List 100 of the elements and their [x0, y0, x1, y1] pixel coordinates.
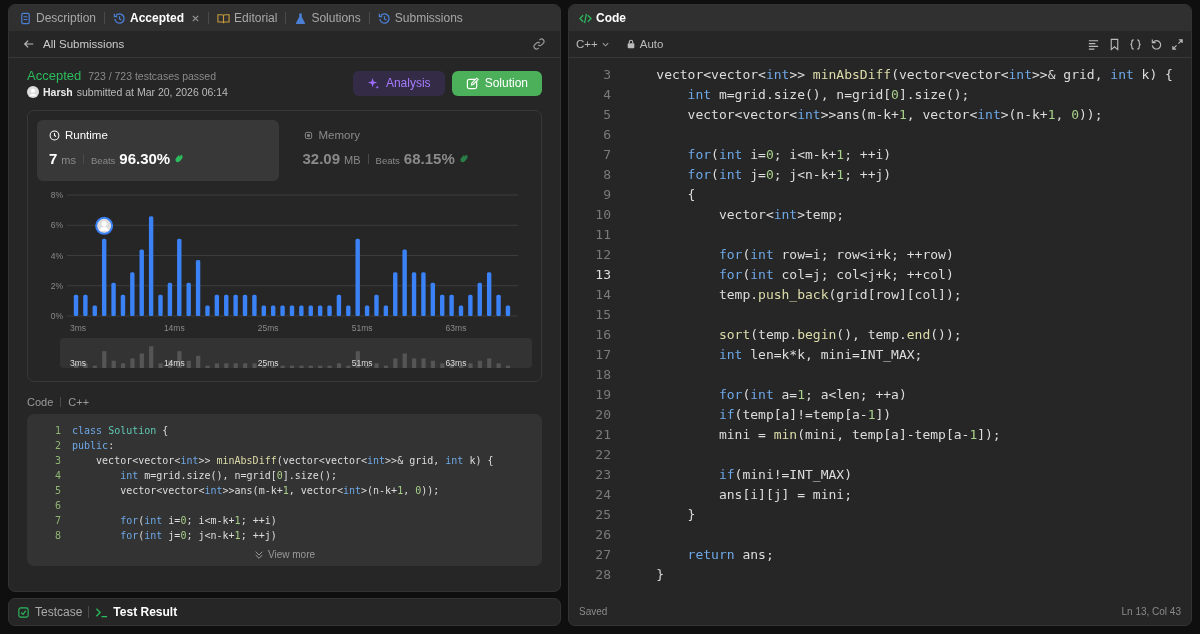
chart-bar[interactable]: [252, 294, 257, 316]
arrow-left-icon: [23, 38, 35, 50]
chart-bar[interactable]: [73, 294, 79, 316]
chart-bar[interactable]: [195, 260, 201, 316]
line-number: 7: [53, 515, 62, 526]
chart-bar[interactable]: [449, 294, 454, 316]
chart-bar[interactable]: [167, 282, 173, 316]
chart-bar[interactable]: [101, 238, 107, 316]
code-line: for(int j=0; j<n-k+1; ++j): [119, 530, 277, 541]
chart-bar[interactable]: [496, 294, 501, 316]
sparkle-icon: [366, 76, 380, 90]
line-number: 20: [594, 406, 612, 422]
chart-bar[interactable]: [261, 305, 266, 316]
chart-bar[interactable]: [214, 294, 220, 316]
tab[interactable]: Testcase: [17, 605, 83, 619]
chart-bar[interactable]: [242, 294, 248, 316]
chart-bar[interactable]: [158, 294, 163, 316]
code-line: return ans;: [686, 546, 774, 562]
code-line: for(int i=0; i<m-k+1; ++i): [119, 515, 277, 526]
chart-bar[interactable]: [92, 305, 97, 316]
chart-bar[interactable]: [458, 305, 464, 316]
chart-bar[interactable]: [308, 305, 313, 316]
chart-bar[interactable]: [346, 305, 351, 316]
code-line: vector<vector<int>>ans(m-k+1, vector<int>(n-k+1, 0));: [686, 106, 1103, 122]
line-number: 5: [53, 485, 62, 496]
chart-bar[interactable]: [317, 305, 323, 316]
chart-bar[interactable]: [177, 238, 182, 316]
chart-bar[interactable]: [289, 305, 295, 316]
chart-bar[interactable]: [224, 294, 229, 316]
chart-bar[interactable]: [374, 294, 379, 316]
chart-bar[interactable]: [299, 305, 304, 316]
link-icon[interactable]: [532, 37, 546, 51]
analysis-button[interactable]: Analysis: [352, 70, 445, 96]
chart-bar[interactable]: [440, 294, 445, 316]
format-icon[interactable]: [1087, 37, 1100, 51]
tab[interactable]: Description: [17, 9, 99, 27]
tab[interactable]: Solutions: [292, 9, 363, 27]
code-line: for(int i=0; i<m-k+1; ++i): [686, 146, 892, 162]
line-number: 14: [594, 286, 612, 302]
code-line: for(int row=i; row<i+k; ++row): [717, 246, 954, 262]
stat-panel[interactable]: Memory 32.09 MB Beats 68.15%: [290, 120, 532, 181]
tab[interactable]: Editorial: [215, 9, 280, 27]
line-number: 9: [602, 186, 612, 202]
chart-bar[interactable]: [364, 305, 370, 316]
axis-label: 3ms: [70, 323, 87, 333]
chart-bar[interactable]: [186, 282, 191, 316]
code-line: mini = min(mini, temp[a]-temp[a-1]);: [717, 426, 1001, 442]
stat-panel[interactable]: Runtime 7 ms Beats 96.30%: [37, 120, 279, 181]
chart-bar[interactable]: [411, 272, 417, 316]
axis-label: 14ms: [163, 358, 185, 368]
line-number: 23: [594, 466, 612, 482]
lock-icon: [625, 39, 636, 49]
line-number: 22: [594, 446, 612, 462]
chart-bar[interactable]: [505, 305, 511, 316]
stat-label: Runtime: [65, 129, 108, 141]
tab[interactable]: Submissions: [375, 9, 465, 27]
chart-bar[interactable]: [383, 305, 389, 316]
chart-bar[interactable]: [327, 305, 332, 316]
history-icon: [377, 11, 391, 25]
axis-label: 0%: [50, 311, 63, 321]
undo-icon[interactable]: [1150, 37, 1163, 51]
chart-bar[interactable]: [355, 238, 360, 316]
line-number: 6: [53, 500, 62, 511]
tab[interactable]: Test Result: [95, 605, 178, 619]
chart-bar[interactable]: [233, 294, 238, 316]
chart-bar[interactable]: [430, 282, 435, 316]
chart-bar[interactable]: [120, 294, 126, 316]
expand-icon[interactable]: [1171, 37, 1184, 51]
chart-bar[interactable]: [271, 305, 276, 316]
braces-icon[interactable]: [1129, 37, 1142, 51]
axis-label: 8%: [50, 190, 63, 200]
chart-bar[interactable]: [83, 294, 88, 316]
chart-bar[interactable]: [280, 305, 285, 316]
close-icon[interactable]: [191, 13, 201, 23]
code-label: Code: [27, 396, 54, 408]
language-dropdown[interactable]: C++: [576, 38, 610, 50]
flask-icon: [294, 11, 308, 25]
view-more-button[interactable]: View more: [253, 549, 316, 560]
chart-bar[interactable]: [336, 294, 342, 316]
axis-label: 51ms: [351, 323, 373, 333]
chart-bar[interactable]: [477, 282, 482, 316]
chart-bar[interactable]: [205, 305, 210, 316]
mode-label[interactable]: Auto: [639, 38, 664, 50]
username[interactable]: Harsh: [43, 86, 73, 98]
chart-bar[interactable]: [486, 272, 492, 316]
bookmark-icon[interactable]: [1108, 37, 1121, 51]
chart-bar[interactable]: [468, 294, 473, 316]
line-number: 28: [594, 566, 612, 582]
chart-bar[interactable]: [111, 282, 116, 316]
line-number: 4: [602, 86, 612, 102]
chart-bar[interactable]: [139, 249, 144, 316]
tab[interactable]: Accepted: [111, 9, 203, 27]
axis-label: 6%: [50, 220, 63, 231]
axis-label: 4%: [50, 250, 63, 261]
code-line: }: [655, 566, 665, 582]
chart-bar[interactable]: [148, 216, 154, 316]
line-number: 8: [53, 530, 62, 541]
axis-label: 2%: [50, 280, 63, 291]
back-link[interactable]: All Submissions: [23, 38, 125, 50]
chart-bar[interactable]: [393, 272, 398, 316]
